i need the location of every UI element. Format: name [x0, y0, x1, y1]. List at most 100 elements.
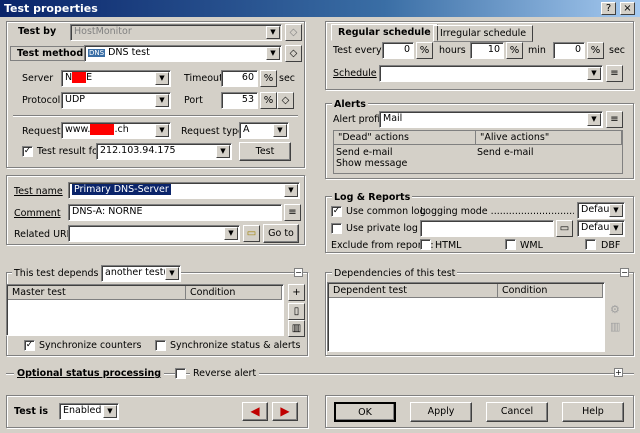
reverse-alert-label: Reverse alert	[190, 368, 260, 379]
comment-input[interactable]: DNS-A: NORNE	[68, 204, 282, 221]
server-select[interactable]: N E ▼	[61, 70, 171, 87]
reverse-alert-checkbox[interactable]	[175, 368, 186, 379]
help-button[interactable]: Help	[562, 402, 624, 422]
dbf-checkbox[interactable]	[585, 239, 596, 250]
next-arrow-icon[interactable]: ▶	[272, 402, 298, 421]
log-title: Log & Reports	[332, 192, 413, 203]
request-select[interactable]: www. .ch ▼	[61, 122, 171, 139]
depends-select[interactable]: another test(s) ▼	[101, 265, 181, 282]
folder-icon[interactable]: ▭	[243, 225, 260, 242]
comment-edit-icon[interactable]: ≡	[284, 204, 301, 221]
test-is-label: Test is	[14, 406, 49, 417]
collapse-icon[interactable]: −	[294, 268, 303, 277]
alert-profile-select[interactable]: Mail ▼	[379, 111, 603, 128]
wml-checkbox[interactable]	[505, 239, 516, 250]
chevron-down-icon: ▼	[103, 405, 117, 418]
hours-input[interactable]: 10	[470, 42, 504, 59]
chevron-down-icon: ▼	[266, 47, 280, 60]
trash-icon[interactable]: ▥	[288, 320, 305, 337]
dns-icon: DNS	[88, 49, 106, 57]
new-document-icon[interactable]: ▯	[288, 303, 305, 320]
logging-mode-label: Logging mode ...........................…	[420, 206, 574, 217]
alive-action-item: Send e-mail	[477, 147, 534, 158]
dead-action-item: Send e-mail	[336, 147, 393, 158]
server-suffix: E	[86, 72, 93, 83]
depends-label: This test depends on	[12, 268, 116, 279]
chevron-down-icon: ▼	[587, 67, 601, 80]
folder-icon[interactable]: ▭	[556, 220, 573, 237]
timeout-unit: sec	[279, 73, 296, 84]
protocol-value: UDP	[65, 94, 85, 105]
col-condition: Condition	[498, 284, 603, 298]
link-icon: ⚙	[610, 303, 620, 316]
protocol-select[interactable]: UDP ▼	[61, 92, 171, 109]
apply-button[interactable]: Apply	[410, 402, 472, 422]
test-result-value: 212.103.94.175	[100, 145, 176, 156]
server-prefix: N	[65, 72, 73, 83]
close-title-button[interactable]: ×	[620, 2, 635, 15]
use-private-log-checkbox[interactable]	[331, 223, 342, 234]
add-link-icon[interactable]: +	[288, 284, 305, 301]
prev-arrow-icon[interactable]: ◀	[242, 402, 268, 421]
hours-spin-icon[interactable]: %	[506, 42, 523, 59]
html-checkbox[interactable]	[420, 239, 431, 250]
test-result-select[interactable]: 212.103.94.175 ▼	[96, 143, 232, 160]
tab-regular-schedule[interactable]: Regular schedule	[331, 24, 438, 41]
common-log-mode-select[interactable]: Default ▼	[577, 202, 625, 219]
private-log-mode-select[interactable]: Default ▼	[577, 220, 625, 237]
window-title: Test properties	[4, 2, 98, 15]
test-result-checkbox[interactable]: ✓	[22, 146, 33, 157]
alert-profile-edit-icon[interactable]: ≡	[606, 111, 623, 128]
test-every-label: Test every	[333, 45, 382, 56]
method-settings-icon[interactable]: ◇	[285, 45, 302, 62]
request-type-value: A	[243, 124, 250, 135]
test-name-select[interactable]: Primary DNS-Server ▼	[68, 182, 300, 199]
port-input[interactable]: 53	[221, 92, 258, 109]
use-common-log-label: Use common log	[346, 206, 426, 217]
sync-status-checkbox[interactable]	[155, 340, 166, 351]
cancel-button[interactable]: Cancel	[486, 402, 548, 422]
test-is-value: Enabled	[63, 405, 102, 416]
request-prefix: www.	[65, 124, 91, 135]
test-by-select[interactable]: HostMonitor ▼	[70, 24, 282, 41]
expand-icon[interactable]: +	[614, 368, 623, 377]
min-spin-icon[interactable]: %	[587, 42, 604, 59]
request-label: Request	[22, 126, 61, 137]
tab-irregular-schedule[interactable]: Irregular schedule	[433, 25, 534, 42]
timeout-spin-icon[interactable]: %	[260, 70, 277, 87]
goto-button[interactable]: Go to	[263, 224, 299, 243]
ok-button[interactable]: OK	[334, 402, 396, 422]
dead-action-item: Show message	[336, 158, 408, 169]
comment-label: Comment	[14, 208, 61, 219]
test-button[interactable]: Test	[239, 142, 291, 161]
days-input[interactable]: 0	[382, 42, 414, 59]
chevron-down-icon: ▼	[587, 113, 601, 126]
request-type-select[interactable]: A ▼	[239, 122, 289, 139]
timeout-input[interactable]: 60	[221, 70, 258, 87]
test-by-value: HostMonitor	[74, 26, 132, 37]
test-result-label: Test result for	[37, 146, 102, 157]
port-label: Port	[184, 95, 203, 106]
eraser-icon[interactable]: ◇	[277, 92, 294, 109]
sync-counters-checkbox[interactable]: ✓	[24, 340, 35, 351]
chevron-down-icon: ▼	[266, 26, 280, 39]
optional-status-label: Optional status processing	[14, 368, 165, 379]
days-spin-icon[interactable]: %	[416, 42, 433, 59]
test-method-label: Test method	[10, 46, 91, 61]
test-by-icon[interactable]: ◇	[285, 24, 302, 41]
collapse-icon[interactable]: −	[620, 268, 629, 277]
test-is-select[interactable]: Enabled ▼	[59, 403, 119, 420]
help-title-button[interactable]: ?	[601, 2, 616, 15]
wml-label: WML	[520, 240, 543, 251]
related-url-select[interactable]: ▼	[68, 225, 240, 242]
min-input[interactable]: 0	[553, 42, 585, 59]
test-method-select[interactable]: DNS DNS test ▼	[84, 45, 282, 62]
port-spin-icon[interactable]: %	[260, 92, 277, 109]
schedule-edit-icon[interactable]: ≡	[606, 65, 623, 82]
use-common-log-checkbox[interactable]: ✓	[331, 206, 342, 217]
test-by-label: Test by	[18, 26, 57, 37]
private-log-input[interactable]	[420, 220, 554, 237]
request-type-label: Request type	[181, 126, 244, 137]
test-method-value: DNS test	[108, 47, 150, 58]
schedule-select[interactable]: ▼	[379, 65, 603, 82]
